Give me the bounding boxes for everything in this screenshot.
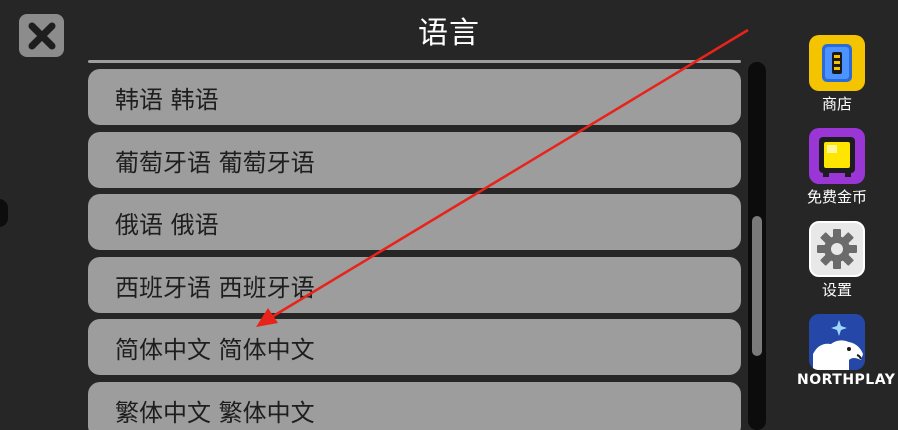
language-option-russian[interactable]: 俄语 俄语 — [88, 194, 741, 250]
language-option-label: 韩语 韩语 — [115, 85, 219, 114]
free-coins-button[interactable]: 免费金币 — [797, 128, 877, 207]
tv-icon — [809, 128, 865, 184]
language-option-korean[interactable]: 韩语 韩语 — [88, 69, 741, 125]
polar-bear-logo — [809, 314, 865, 370]
shop-icon — [809, 35, 865, 91]
gear-icon — [809, 221, 865, 277]
page-title: 语言 — [418, 16, 480, 51]
northplay-button[interactable]: NORTHPLAY — [797, 314, 896, 388]
language-option-label: 俄语 俄语 — [115, 210, 219, 239]
title-divider — [88, 60, 741, 63]
settings-button[interactable]: 设置 — [797, 221, 877, 300]
shop-label: 商店 — [821, 95, 852, 113]
language-option-label: 葡萄牙语 葡萄牙语 — [115, 148, 315, 177]
settings-label: 设置 — [821, 281, 852, 299]
language-option-traditional-chinese[interactable]: 繁体中文 繁体中文 — [88, 382, 741, 430]
free-coins-label: 免费金币 — [806, 188, 867, 206]
side-handle[interactable] — [0, 199, 8, 227]
language-option-label: 简体中文 简体中文 — [115, 335, 315, 364]
language-option-label: 西班牙语 西班牙语 — [115, 273, 315, 302]
shop-button[interactable]: 商店 — [797, 35, 877, 114]
language-option-spanish[interactable]: 西班牙语 西班牙语 — [88, 257, 741, 313]
language-option-label: 繁体中文 繁体中文 — [115, 398, 315, 427]
scrollbar-thumb[interactable] — [752, 216, 762, 356]
language-option-portuguese[interactable]: 葡萄牙语 葡萄牙语 — [88, 132, 741, 188]
language-list[interactable]: 韩语 韩语 葡萄牙语 葡萄牙语 俄语 俄语 西班牙语 西班牙语 简体中文 简体中… — [88, 69, 741, 430]
language-option-simplified-chinese[interactable]: 简体中文 简体中文 — [88, 319, 741, 375]
brand-label: NORTHPLAY — [797, 372, 896, 388]
